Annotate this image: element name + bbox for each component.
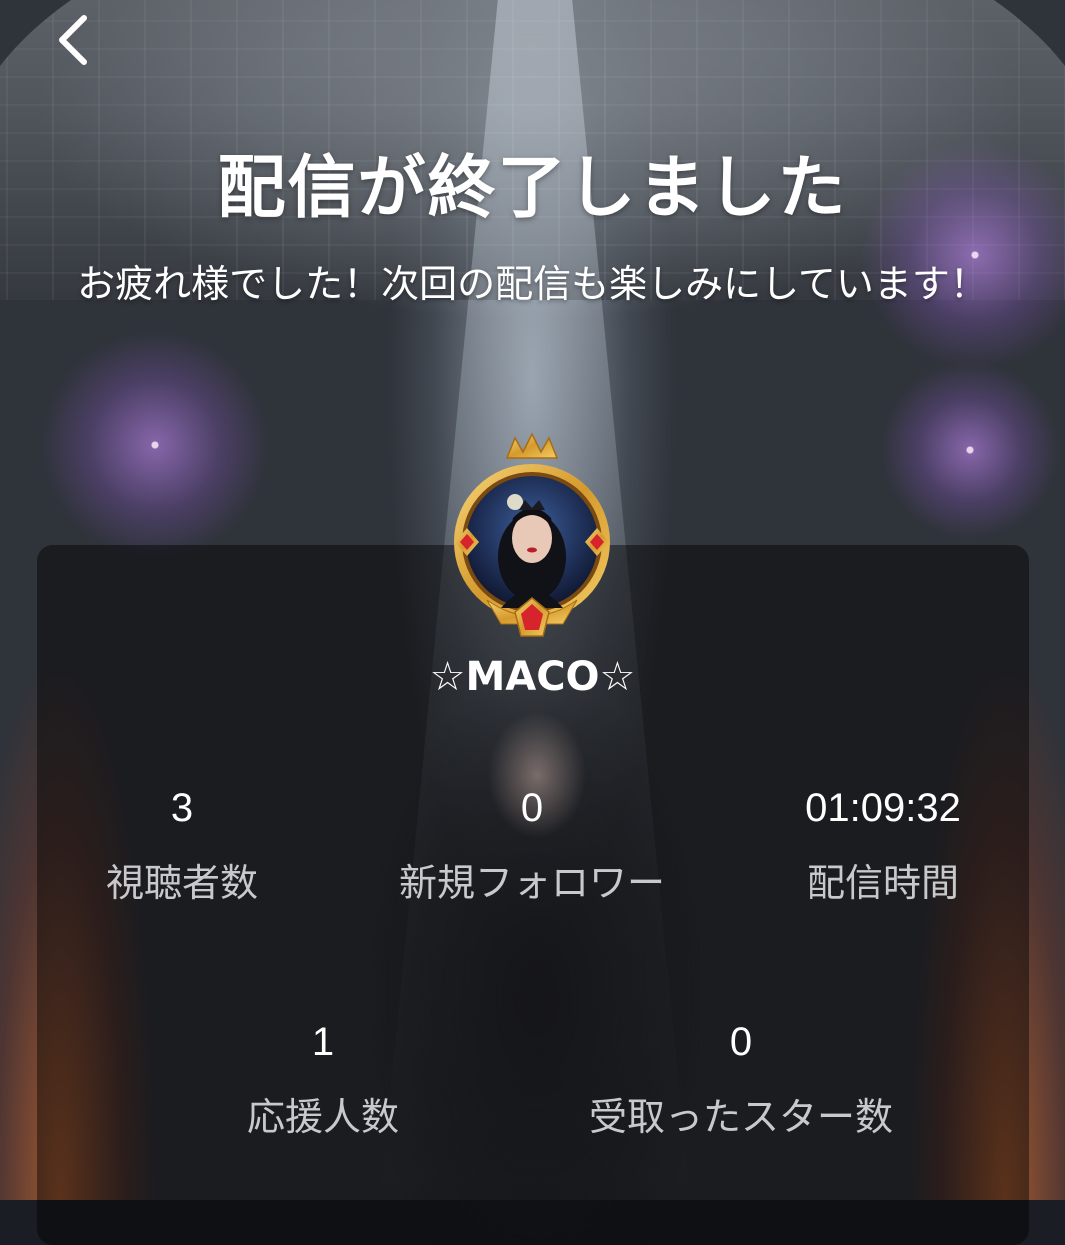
chevron-left-icon [59, 15, 87, 65]
stat-label: 新規フォロワー [398, 861, 665, 905]
avatar[interactable] [441, 432, 623, 642]
stat-stars-received: 0 受取ったスター数 [561, 1014, 921, 1142]
page-title: 配信が終了しました [217, 149, 848, 228]
stat-label: 応援人数 [246, 1095, 399, 1139]
avatar-crown-frame-icon [454, 432, 610, 637]
stat-stream-time: 01:09:32 配信時間 [763, 780, 1003, 908]
username: ☆MACO☆ [429, 654, 636, 700]
stat-value: 0 [729, 1020, 753, 1064]
stat-label: 視聴者数 [105, 861, 258, 905]
stat-supporters: 1 応援人数 [203, 1014, 443, 1142]
stat-label: 受取ったスター数 [588, 1095, 893, 1139]
stat-value: 1 [311, 1020, 335, 1064]
back-button[interactable] [44, 12, 100, 68]
stat-value: 3 [170, 786, 194, 830]
page-subtitle: お疲れ様でした！次回の配信も楽しみにしています！ [77, 262, 988, 306]
stat-value: 01:09:32 [805, 786, 961, 830]
firework-left [40, 330, 270, 560]
stat-new-followers: 0 新規フォロワー [342, 780, 722, 908]
stat-label: 配信時間 [806, 861, 959, 905]
stat-viewers: 3 視聴者数 [62, 780, 302, 908]
stat-value: 0 [520, 786, 544, 830]
firework-right-lower [880, 360, 1060, 540]
